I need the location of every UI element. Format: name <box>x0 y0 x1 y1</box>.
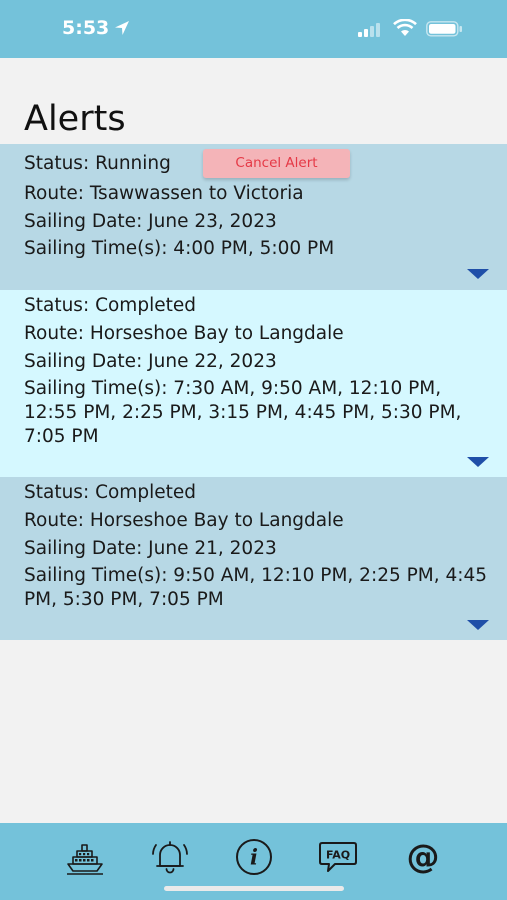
faq-text: FAQ <box>326 849 350 862</box>
alert-sailing-times: Sailing Time(s): 4:00 PM, 5:00 PM <box>24 238 335 259</box>
chevron-down-icon[interactable] <box>467 269 489 279</box>
tab-faq[interactable]: FAQ <box>318 837 358 877</box>
alerts-list: Status: Running Cancel Alert Route: Tsaw… <box>0 144 507 640</box>
cellular-signal-icon <box>358 22 384 41</box>
tab-contact[interactable]: @ <box>403 837 443 877</box>
faq-icon: FAQ <box>319 842 357 872</box>
alert-route: Route: Tsawwassen to Victoria <box>24 183 304 204</box>
alarm-bell-icon <box>152 841 188 874</box>
location-arrow-icon <box>114 20 130 40</box>
alert-status: Status: Completed <box>24 482 196 503</box>
at-glyph: @ <box>407 837 440 876</box>
status-time: 5:53 <box>62 17 110 39</box>
alert-status: Status: Completed <box>24 295 196 316</box>
chevron-down-icon[interactable] <box>467 620 489 630</box>
alert-sailing-date: Sailing Date: June 22, 2023 <box>24 351 277 372</box>
info-glyph: i <box>250 845 258 870</box>
ferry-icon <box>67 844 103 875</box>
alert-sailing-date: Sailing Date: June 23, 2023 <box>24 211 277 232</box>
battery-icon <box>426 21 464 41</box>
home-indicator[interactable] <box>164 886 344 891</box>
status-bar: 5:53 <box>0 0 507 58</box>
alert-route: Route: Horseshoe Bay to Langdale <box>24 323 344 344</box>
wifi-icon <box>393 18 417 41</box>
alert-sailing-times: Sailing Time(s): 9:50 AM, 12:10 PM, 2:25… <box>24 565 488 610</box>
tab-info[interactable]: i <box>234 837 274 877</box>
alert-card: Status: Completed Route: Horseshoe Bay t… <box>0 477 507 640</box>
tab-ferry[interactable] <box>65 837 105 877</box>
tab-alerts[interactable] <box>150 837 190 877</box>
chevron-down-icon[interactable] <box>467 457 489 467</box>
alert-sailing-date: Sailing Date: June 21, 2023 <box>24 538 277 559</box>
cancel-alert-button[interactable]: Cancel Alert <box>203 149 350 178</box>
at-icon: @ <box>407 837 440 876</box>
info-icon: i <box>236 839 272 875</box>
alert-card: Status: Completed Route: Horseshoe Bay t… <box>0 290 507 477</box>
alert-card: Status: Running Cancel Alert Route: Tsaw… <box>0 144 507 290</box>
page-title: Alerts <box>24 99 126 139</box>
alert-route: Route: Horseshoe Bay to Langdale <box>24 510 344 531</box>
alert-sailing-times: Sailing Time(s): 7:30 AM, 9:50 AM, 12:10… <box>24 378 462 447</box>
